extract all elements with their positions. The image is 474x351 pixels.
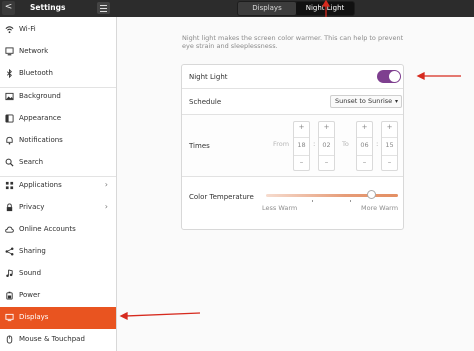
annotation-arrows	[119, 0, 461, 321]
annotation-arrowhead	[119, 311, 128, 321]
annotation-arrowhead	[321, 0, 331, 7]
annotation-arrowhead	[416, 71, 425, 81]
annotation-arrow-displays	[125, 312, 201, 317]
